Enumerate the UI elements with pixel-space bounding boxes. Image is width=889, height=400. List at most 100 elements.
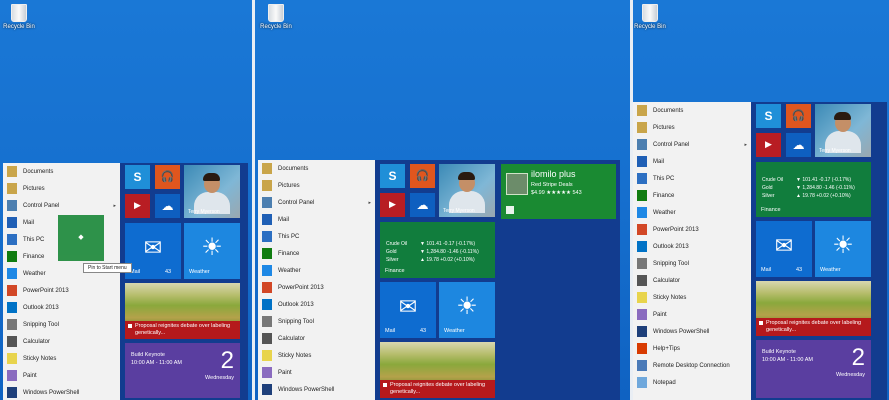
- start-menu: Documents Pictures Control Panel ▸ Mail This …: [633, 102, 887, 400]
- start-app-item[interactable]: Control Panel ▸: [3, 197, 120, 214]
- store-app-name: ilomilo plus: [531, 169, 576, 179]
- start-app-item[interactable]: Sticky Notes: [3, 350, 120, 367]
- start-app-item[interactable]: Sticky Notes: [633, 289, 751, 306]
- onedrive-tile[interactable]: ☁: [410, 193, 435, 217]
- mail-tile[interactable]: ✉ Mail 43: [380, 282, 436, 338]
- start-app-item[interactable]: Mail: [633, 153, 751, 170]
- recycle-bin[interactable]: Recycle Bin: [2, 4, 36, 30]
- weather-tile[interactable]: ☀ Weather: [184, 223, 240, 279]
- person-photo-hair: [834, 112, 851, 120]
- music-tile[interactable]: 🎧: [786, 104, 811, 128]
- start-app-item[interactable]: Snipping Tool: [3, 316, 120, 333]
- people-tile[interactable]: Terry Myerson: [184, 165, 240, 218]
- start-app-label: PowerPoint 2013: [653, 226, 699, 233]
- start-app-item[interactable]: PowerPoint 2013: [258, 279, 375, 296]
- start-app-item[interactable]: Snipping Tool: [633, 255, 751, 272]
- start-app-item[interactable]: Snipping Tool: [258, 313, 375, 330]
- start-app-item[interactable]: Weather: [633, 204, 751, 221]
- video-tile[interactable]: ▶: [380, 193, 405, 217]
- start-app-item[interactable]: Pictures: [633, 119, 751, 136]
- start-app-item[interactable]: Paint: [633, 306, 751, 323]
- start-app-item[interactable]: Control Panel ▸: [633, 136, 751, 153]
- start-app-item[interactable]: Calculator: [633, 272, 751, 289]
- calculator-icon: [262, 333, 272, 344]
- start-app-item[interactable]: Windows PowerShell: [3, 384, 120, 400]
- start-app-item[interactable]: This PC: [633, 170, 751, 187]
- finance-icon: [262, 248, 272, 259]
- skype-tile[interactable]: S: [380, 164, 405, 188]
- music-tile[interactable]: 🎧: [410, 164, 435, 188]
- start-app-label: Calculator: [653, 277, 681, 284]
- powershell-icon: [7, 387, 17, 398]
- snipping-tool-icon: [637, 258, 647, 269]
- start-app-item[interactable]: PowerPoint 2013: [3, 282, 120, 299]
- cloud-icon: ☁: [161, 199, 174, 213]
- start-app-label: Paint: [23, 372, 37, 379]
- start-app-item[interactable]: Weather: [258, 262, 375, 279]
- start-app-item[interactable]: Paint: [258, 364, 375, 381]
- skype-tile[interactable]: S: [756, 104, 781, 128]
- skype-tile[interactable]: S: [125, 165, 150, 189]
- start-app-item[interactable]: This PC: [258, 228, 375, 245]
- start-app-item[interactable]: Mail: [258, 211, 375, 228]
- powerpoint-icon: [262, 282, 272, 293]
- start-app-item[interactable]: Control Panel ▸: [258, 194, 375, 211]
- start-app-item[interactable]: PowerPoint 2013: [633, 221, 751, 238]
- start-app-item[interactable]: Windows PowerShell: [258, 381, 375, 398]
- start-app-item[interactable]: Remote Desktop Connection: [633, 357, 751, 374]
- people-tile[interactable]: Terry Myerson: [439, 164, 495, 217]
- start-app-item[interactable]: Notepad: [633, 374, 751, 391]
- store-app-tile[interactable]: ilomilo plus Red Stripe Deals $4.99 ★★★★…: [501, 164, 616, 219]
- start-app-item[interactable]: Documents: [3, 163, 120, 180]
- calendar-tile[interactable]: Build Keynote 10:00 AM - 11:00 AM 2 Wedn…: [756, 340, 871, 398]
- recycle-bin[interactable]: Recycle Bin: [259, 4, 293, 30]
- start-app-label: Finance: [23, 253, 45, 260]
- weather-tile[interactable]: ☀ Weather: [815, 221, 871, 277]
- mail-tile-label: Mail: [385, 328, 396, 334]
- start-app-item[interactable]: Pictures: [258, 177, 375, 194]
- finance-tile[interactable]: Crude Oil ▼ 101.41 -0.17 (-0.17%) Gold ▼ 1…: [756, 162, 871, 217]
- start-app-item[interactable]: Pictures: [3, 180, 120, 197]
- recycle-bin-label: Recycle Bin: [260, 24, 292, 30]
- start-app-item[interactable]: Outlook 2013: [633, 238, 751, 255]
- start-app-item[interactable]: Outlook 2013: [3, 299, 120, 316]
- start-app-item[interactable]: Sticky Notes: [258, 347, 375, 364]
- start-app-item[interactable]: Help+Tips: [633, 340, 751, 357]
- video-tile[interactable]: ▶: [125, 194, 150, 218]
- start-app-item[interactable]: Calculator: [3, 333, 120, 350]
- news-tile[interactable]: Proposal reignites debate over labeling …: [380, 342, 495, 398]
- music-tile[interactable]: 🎧: [155, 165, 180, 189]
- video-tile[interactable]: ▶: [756, 133, 781, 157]
- news-tile[interactable]: Proposal reignites debate over labeling …: [125, 283, 240, 339]
- onedrive-tile[interactable]: ☁: [786, 133, 811, 157]
- calendar-tile[interactable]: Build Keynote 10:00 AM - 11:00 AM 2 Wedn…: [125, 343, 240, 398]
- calendar-event: Build Keynote 10:00 AM - 11:00 AM: [131, 351, 182, 367]
- documents-icon: [7, 166, 17, 177]
- this-pc-icon: [262, 231, 272, 242]
- start-app-item[interactable]: Paint: [3, 367, 120, 384]
- mail-tile[interactable]: ✉ Mail 43: [125, 223, 181, 279]
- start-app-item[interactable]: Documents: [258, 160, 375, 177]
- dragged-finance-tile[interactable]: ◆: [58, 215, 104, 261]
- people-tile[interactable]: Terry Myerson: [815, 104, 871, 157]
- recycle-bin[interactable]: Recycle Bin: [633, 4, 667, 30]
- start-app-item[interactable]: Windows PowerShell: [633, 323, 751, 340]
- start-app-item[interactable]: Finance: [633, 187, 751, 204]
- start-app-label: Snipping Tool: [23, 321, 59, 328]
- start-app-item[interactable]: Outlook 2013: [258, 296, 375, 313]
- headphones-icon: 🎧: [791, 110, 806, 122]
- skype-icon: S: [133, 170, 142, 184]
- start-app-item[interactable]: Calculator: [258, 330, 375, 347]
- weather-tile[interactable]: ☀ Weather: [439, 282, 495, 338]
- mail-tile[interactable]: ✉ Mail 43: [756, 221, 812, 277]
- finance-tile[interactable]: Crude Oil ▼ 101.41 -0.17 (-0.17%) Gold ▼ 1…: [380, 222, 495, 278]
- snipping-tool-icon: [262, 316, 272, 327]
- start-app-item[interactable]: Finance: [258, 245, 375, 262]
- start-app-item[interactable]: Documents: [633, 102, 751, 119]
- calendar-event-time: 10:00 AM - 11:00 AM: [131, 360, 182, 366]
- paint-icon: [262, 367, 272, 378]
- context-menu-pin-to-start[interactable]: Pin to Start menu: [83, 263, 132, 273]
- onedrive-tile[interactable]: ☁: [155, 194, 180, 218]
- news-tile[interactable]: Proposal reignites debate over labeling …: [756, 281, 871, 336]
- calendar-weekday: Wednesday: [836, 372, 865, 378]
